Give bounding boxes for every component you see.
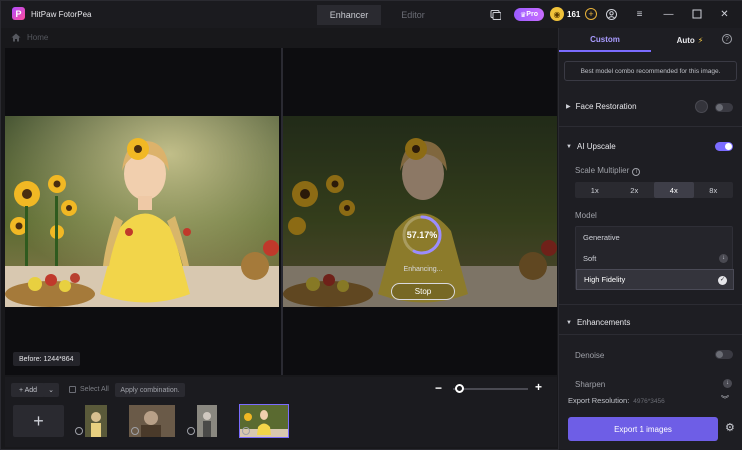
add-button[interactable]: + Add	[11, 383, 45, 397]
tab-auto-label: Auto	[676, 35, 695, 45]
tab-enhancer[interactable]: Enhancer	[317, 5, 381, 25]
title-bar: P HitPaw FotorPea Enhancer Editor ♛ Pro …	[1, 1, 742, 28]
sharpen-label: Sharpen	[575, 380, 606, 389]
model-soft-label: Soft	[583, 254, 597, 263]
thumbnail-strip: + Add ⌄ Select All Apply combination. − …	[5, 377, 557, 447]
model-soft[interactable]: Soft ↓	[576, 248, 734, 269]
pro-label: Pro	[526, 11, 538, 18]
scale-multiplier-group: 1x 2x 4x 8x	[575, 182, 733, 198]
info-icon[interactable]: i	[632, 168, 641, 176]
before-image	[5, 116, 279, 307]
app-window: P HitPaw FotorPea Enhancer Editor ♛ Pro …	[0, 0, 742, 450]
status-text: Enhancing...	[403, 266, 443, 273]
zoom-slider-handle[interactable]	[454, 384, 464, 393]
export-resolution: Export Resolution: 4976*3456	[568, 396, 665, 405]
divider	[559, 126, 742, 127]
app-logo-icon: P	[12, 7, 25, 20]
scale-multiplier-text: Scale Multiplier	[575, 166, 630, 175]
coin-icon: ◉	[550, 7, 564, 21]
pro-badge[interactable]: ♛ Pro	[514, 8, 544, 21]
buy-credits-button[interactable]: +	[585, 8, 597, 20]
close-icon[interactable]: ✕	[719, 9, 730, 20]
zoom-slider[interactable]	[453, 388, 528, 390]
model-label: Model	[575, 211, 597, 220]
after-image	[283, 116, 557, 307]
face-restoration-label: Face Restoration	[575, 102, 637, 111]
clock-icon	[242, 427, 250, 435]
caret-down-icon: ▼	[566, 319, 572, 326]
compare-divider[interactable]	[281, 48, 283, 375]
clock-icon	[131, 427, 139, 435]
settings-panel: Custom Auto ⚡ ? Best model combo recommen…	[558, 28, 742, 450]
model-generative[interactable]: Generative	[576, 227, 734, 248]
ai-upscale-toggle[interactable]	[715, 142, 733, 151]
select-all-label: Select All	[80, 386, 109, 393]
chevron-double-down-icon[interactable]: ︾	[721, 394, 729, 405]
gear-icon[interactable]: ⚙	[725, 423, 736, 434]
apply-combination-button[interactable]: Apply combination.	[115, 383, 185, 397]
select-all[interactable]: Select All	[69, 386, 109, 393]
thumbnail[interactable]	[85, 405, 107, 437]
thumbnail[interactable]	[197, 405, 217, 437]
zoom-in-button[interactable]: +	[535, 380, 542, 394]
mode-tabs: Enhancer Editor	[317, 5, 455, 25]
select-all-checkbox[interactable]	[69, 386, 76, 393]
section-ai-upscale[interactable]: ▼ AI Upscale	[566, 142, 616, 151]
menu-icon[interactable]: ≡	[634, 9, 645, 20]
breadcrumb-home[interactable]: Home	[27, 33, 48, 42]
download-icon[interactable]: ↓	[719, 254, 728, 263]
section-face-restoration[interactable]: ▶ Face Restoration	[566, 102, 637, 111]
account-icon[interactable]	[606, 9, 617, 20]
export-resolution-label: Export Resolution:	[568, 396, 630, 405]
model-generative-label: Generative	[583, 233, 620, 242]
download-icon[interactable]: ↓	[723, 379, 732, 388]
scale-multiplier-label: Scale Multiplier i	[575, 166, 641, 176]
enhancements-label: Enhancements	[576, 318, 631, 327]
tab-editor[interactable]: Editor	[381, 5, 445, 25]
image-canvas[interactable]: Before: 1244*864 57.17% Enhancing... Sto…	[5, 48, 557, 375]
recommendation-notice[interactable]: Best model combo recommended for this im…	[564, 61, 737, 81]
minimize-icon[interactable]: —	[663, 9, 674, 20]
feedback-icon[interactable]	[490, 9, 502, 20]
progress-percent: 57.17%	[406, 230, 438, 240]
add-dropdown-icon[interactable]: ⌄	[43, 383, 59, 397]
ai-upscale-label: AI Upscale	[576, 142, 616, 151]
model-high-fidelity[interactable]: High Fidelity ✓	[576, 269, 734, 290]
face-restoration-toggle[interactable]	[715, 103, 733, 112]
section-enhancements[interactable]: ▼ Enhancements	[566, 318, 630, 327]
app-title: HitPaw FotorPea	[31, 10, 92, 19]
tab-auto[interactable]: Auto ⚡	[651, 28, 729, 52]
caret-down-icon: ▼	[566, 143, 572, 150]
help-icon[interactable]: ?	[722, 34, 732, 44]
export-resolution-value: 4976*3456	[633, 398, 665, 405]
scale-4x[interactable]: 4x	[654, 182, 694, 198]
scale-8x[interactable]: 8x	[694, 182, 734, 198]
check-icon: ✓	[718, 276, 727, 285]
breadcrumb: Home	[11, 29, 48, 45]
before-size-label: Before: 1244*864	[13, 352, 80, 366]
add-image-tile[interactable]: +	[13, 405, 64, 437]
clock-icon	[187, 427, 195, 435]
face-icon[interactable]	[695, 100, 708, 113]
divider	[559, 334, 742, 335]
stop-button[interactable]: Stop	[391, 283, 455, 300]
clock-icon	[75, 427, 83, 435]
scale-2x[interactable]: 2x	[615, 182, 655, 198]
export-button[interactable]: Export 1 images	[568, 417, 718, 441]
tab-custom[interactable]: Custom	[559, 28, 651, 52]
scale-1x[interactable]: 1x	[575, 182, 615, 198]
model-high-fidelity-label: High Fidelity	[584, 275, 626, 284]
home-icon[interactable]	[11, 33, 21, 42]
divider	[559, 304, 742, 305]
denoise-toggle[interactable]	[715, 350, 733, 359]
zoom-out-button[interactable]: −	[435, 381, 442, 395]
credits-count: 161	[567, 10, 581, 19]
denoise-label: Denoise	[575, 351, 605, 360]
model-list: Generative Soft ↓ High Fidelity ✓	[575, 226, 734, 290]
caret-right-icon: ▶	[566, 104, 571, 110]
lightning-icon: ⚡	[697, 35, 704, 45]
maximize-icon[interactable]	[691, 9, 702, 20]
